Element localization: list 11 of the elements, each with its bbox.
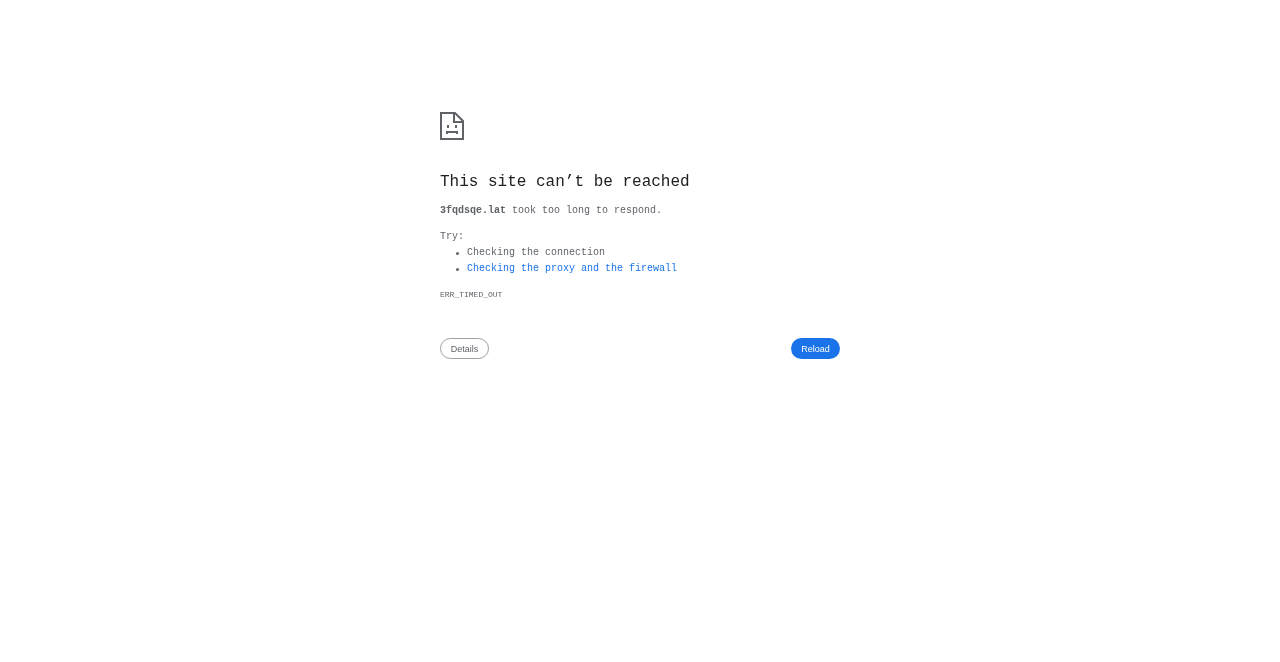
sad-page-icon [440,112,464,140]
reload-button[interactable]: Reload [791,338,840,359]
error-message: 3fqdsqe.lat took too long to respond. [440,204,664,218]
bullet-icon [456,251,459,255]
try-label: Try: [440,230,465,244]
error-code: ERR_TIMED_OUT [440,289,504,301]
bullet-icon [456,267,459,271]
details-button[interactable]: Details [440,338,489,359]
suggestion-text: Checking the connection [467,246,606,260]
suggestion-link[interactable]: Checking the proxy and the firewall [467,261,678,277]
error-heading: This site can’t be reached [440,172,691,192]
